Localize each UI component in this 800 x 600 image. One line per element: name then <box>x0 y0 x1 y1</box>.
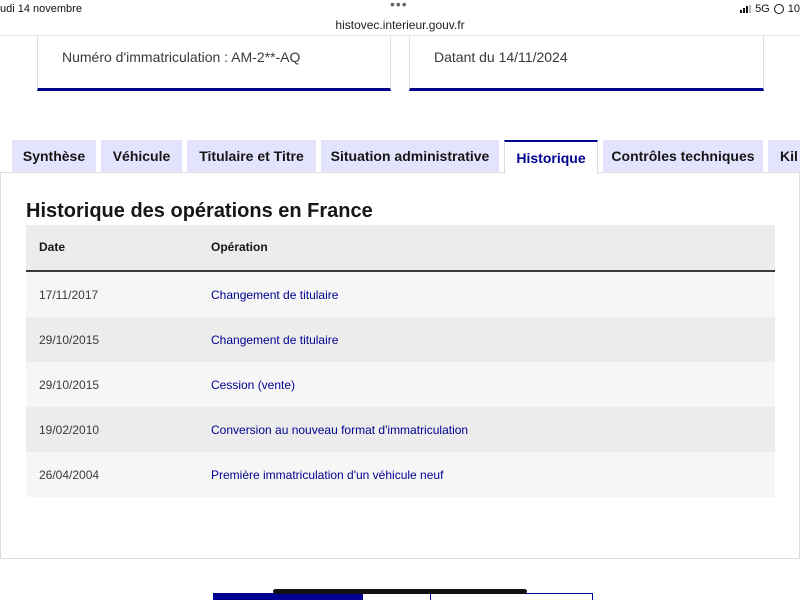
operations-table: Date Opération 17/11/2017 Changement de … <box>26 225 775 497</box>
status-indicators: 5G o 10 <box>740 3 800 15</box>
table-header: Date Opération <box>26 225 775 272</box>
tab-titulaire[interactable]: Titulaire et Titre <box>187 140 316 172</box>
row-date: 17/11/2017 <box>39 288 99 302</box>
registration-number: Numéro d'immatriculation : AM-2**-AQ <box>62 49 301 65</box>
tab-kilometrage[interactable]: Kil <box>768 140 800 172</box>
registration-card: Numéro d'immatriculation : AM-2**-AQ <box>37 36 391 91</box>
signal-icon <box>740 5 752 13</box>
more-dots-icon[interactable]: ••• <box>390 0 408 12</box>
network-label: 5G <box>755 3 770 15</box>
row-operation: Changement de titulaire <box>211 333 339 347</box>
secondary-button-partial[interactable] <box>430 593 593 600</box>
header-operation: Opération <box>211 240 268 254</box>
tab-bar: Synthèse Véhicule Titulaire et Titre Sit… <box>0 140 800 174</box>
table-body: 17/11/2017 Changement de titulaire 29/10… <box>26 272 775 497</box>
table-row: 29/10/2015 Cession (vente) <box>26 362 775 407</box>
row-operation: Cession (vente) <box>211 378 296 392</box>
row-date: 29/10/2015 <box>39 333 100 347</box>
tab-historique[interactable]: Historique <box>504 140 598 174</box>
primary-button-partial[interactable] <box>213 593 363 600</box>
row-operation: Première immatriculation d'un véhicule n… <box>211 468 444 482</box>
location-icon: o <box>773 4 784 14</box>
date-card: Datant du 14/11/2024 <box>409 36 764 91</box>
page-title: Historique des opérations en France <box>26 200 373 222</box>
address-bar[interactable]: histovec.interieur.gouv.fr <box>0 18 800 32</box>
tab-controles[interactable]: Contrôles techniques <box>603 140 763 172</box>
status-date: udi 14 novembre <box>0 3 82 15</box>
row-operation: Conversion au nouveau format d'immatricu… <box>211 423 469 437</box>
row-date: 19/02/2010 <box>39 423 100 437</box>
home-indicator[interactable] <box>273 589 527 594</box>
battery-label: 10 <box>787 3 800 15</box>
table-row: 17/11/2017 Changement de titulaire <box>26 272 775 317</box>
row-date: 29/10/2015 <box>39 378 100 392</box>
historique-panel: Historique des opérations en France Date… <box>0 172 800 559</box>
table-row: 26/04/2004 Première immatriculation d'un… <box>26 452 775 497</box>
tab-situation[interactable]: Situation administrative <box>321 140 499 172</box>
row-operation: Changement de titulaire <box>211 288 339 302</box>
report-date: Datant du 14/11/2024 <box>434 49 568 65</box>
tab-vehicule[interactable]: Véhicule <box>101 140 182 172</box>
row-date: 26/04/2004 <box>39 468 100 482</box>
table-row: 29/10/2015 Changement de titulaire <box>26 317 775 362</box>
table-row: 19/02/2010 Conversion au nouveau format … <box>26 407 775 452</box>
header-date: Date <box>39 240 66 254</box>
status-bar: udi 14 novembre ••• 5G o 10 <box>0 0 800 20</box>
tab-synthese[interactable]: Synthèse <box>12 140 96 172</box>
